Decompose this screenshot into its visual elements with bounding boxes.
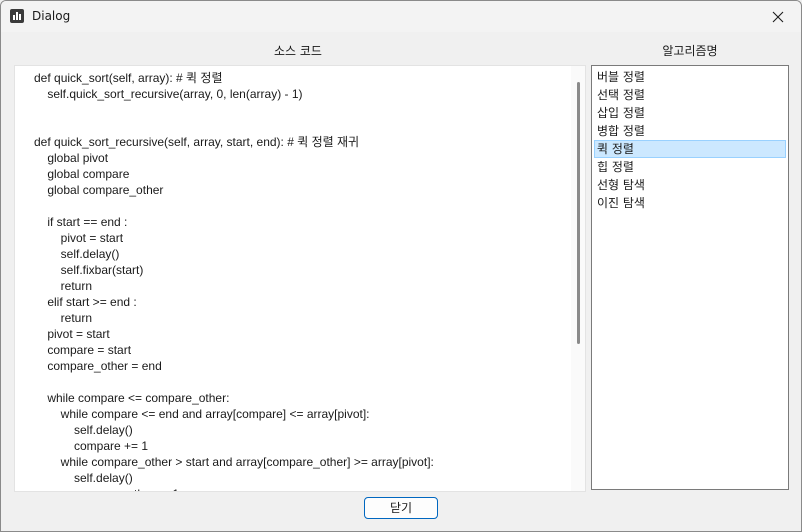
code-line: return — [34, 279, 93, 293]
close-button[interactable]: 닫기 — [364, 497, 438, 519]
algorithm-list[interactable]: 버블 정렬 선택 정렬 삽입 정렬 병합 정렬 퀵 정렬 힙 정렬 선형 탐색 이진 탐색 — [591, 65, 789, 490]
code-line: self.delay() — [34, 247, 120, 261]
code-scrollbar-thumb[interactable] — [577, 82, 580, 344]
code-line: while compare <= end and array[compare] … — [34, 407, 370, 421]
code-line: while compare <= compare_other: — [34, 391, 230, 405]
code-line: compare_other -= 1 — [34, 486, 434, 491]
app-chart-icon — [10, 9, 24, 23]
code-line: pivot = start — [34, 327, 110, 341]
algorithm-list-item[interactable]: 퀵 정렬 — [594, 140, 786, 158]
code-line: def quick_sort(self, array): # 퀵 정렬 — [34, 71, 223, 85]
code-line: elif start >= end : — [34, 295, 137, 309]
code-scrollbar[interactable] — [571, 66, 585, 491]
source-code-label: 소스 코드 — [274, 44, 322, 58]
code-line: compare_other = end — [34, 359, 162, 373]
code-line: global compare — [34, 167, 130, 181]
code-line: self.delay() — [34, 423, 133, 437]
code-line: compare = start — [34, 343, 132, 357]
code-line: self.quick_sort_recursive(array, 0, len(… — [34, 87, 303, 101]
code-line: if start == end : — [34, 215, 128, 229]
algorithm-list-item[interactable]: 힙 정렬 — [594, 158, 786, 176]
window-close-button[interactable] — [755, 1, 801, 32]
window-title: Dialog — [32, 9, 71, 23]
code-line: while compare_other > start and array[co… — [34, 455, 434, 469]
code-line: compare += 1 — [34, 439, 149, 453]
code-line: def quick_sort_recursive(self, array, st… — [34, 135, 360, 149]
code-line: global compare_other — [34, 183, 164, 197]
algorithm-list-item[interactable]: 선택 정렬 — [594, 86, 786, 104]
close-icon — [772, 11, 784, 22]
code-line: global pivot — [34, 151, 109, 165]
code-line: pivot = start — [34, 231, 124, 245]
code-line: return — [34, 311, 93, 325]
code-lines: def quick_sort(self, array): # 퀵 정렬 self… — [34, 70, 434, 491]
algorithm-list-item[interactable]: 삽입 정렬 — [594, 104, 786, 122]
algorithm-list-item[interactable]: 버블 정렬 — [594, 68, 786, 86]
algorithm-list-item[interactable]: 이진 탐색 — [594, 194, 786, 212]
code-line: self.fixbar(start) — [34, 263, 144, 277]
algorithm-name-label: 알고리즘명 — [662, 44, 718, 58]
title-bar[interactable]: Dialog — [1, 1, 801, 32]
algorithm-list-item[interactable]: 병합 정렬 — [594, 122, 786, 140]
algorithm-list-item[interactable]: 선형 탐색 — [594, 176, 786, 194]
dialog-window: Dialog 소스 코드 알고리즘명 def quick_sort(self, … — [0, 0, 802, 532]
source-code-view[interactable]: def quick_sort(self, array): # 퀵 정렬 self… — [14, 65, 586, 492]
code-line: self.delay() — [34, 471, 133, 485]
